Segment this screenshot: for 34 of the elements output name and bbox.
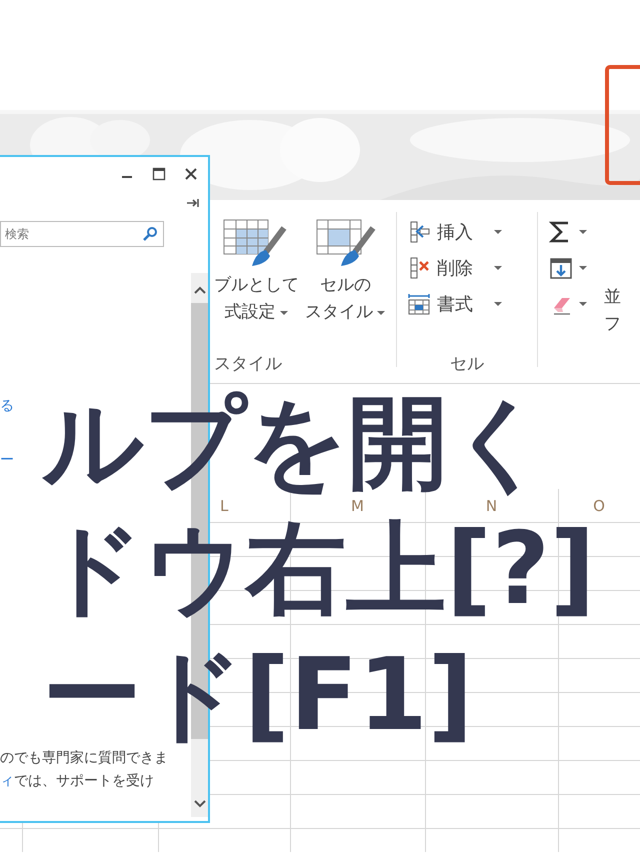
group-label: セル [449, 353, 485, 375]
column-header[interactable]: O [558, 489, 640, 522]
caret-icon [578, 228, 588, 236]
ribbon-command[interactable]: 挿入 [407, 220, 527, 244]
button-label: フ [604, 313, 621, 336]
maximize-icon[interactable] [152, 167, 166, 181]
caret-icon [493, 300, 503, 308]
caret-icon [278, 308, 288, 316]
search-icon[interactable] [142, 226, 158, 242]
scroll-down-icon[interactable] [192, 799, 206, 809]
help-link[interactable]: ィ [0, 772, 14, 790]
caret-icon [493, 264, 503, 272]
help-text: では、サポートを受け [14, 772, 154, 791]
caret-icon [493, 228, 503, 236]
fill-down-icon [548, 256, 574, 280]
ribbon-button[interactable]: ブルとして 式設定 [214, 218, 299, 326]
help-text: のでも専門家に質問できま [0, 749, 168, 768]
close-icon[interactable] [184, 167, 198, 181]
format-cells-icon [407, 292, 431, 316]
caret-icon [578, 300, 588, 308]
pin-icon[interactable] [186, 197, 200, 209]
ribbon-command[interactable]: 書式 [407, 292, 527, 316]
scroll-up-icon[interactable] [192, 285, 206, 295]
search-field[interactable]: 検索 [0, 221, 164, 247]
help-link[interactable]: る [0, 397, 14, 415]
ribbon-tool[interactable] [548, 256, 588, 280]
button-label: 並 [604, 286, 621, 309]
ribbon-button[interactable]: セルの スタイル [305, 218, 386, 326]
help-link[interactable]: ー [0, 451, 14, 469]
ribbon-command[interactable]: 削除 [407, 256, 527, 280]
group-label: スタイル [214, 353, 283, 375]
caret-icon [578, 264, 588, 272]
ribbon-tool[interactable] [548, 220, 588, 244]
caret-icon [376, 308, 386, 316]
